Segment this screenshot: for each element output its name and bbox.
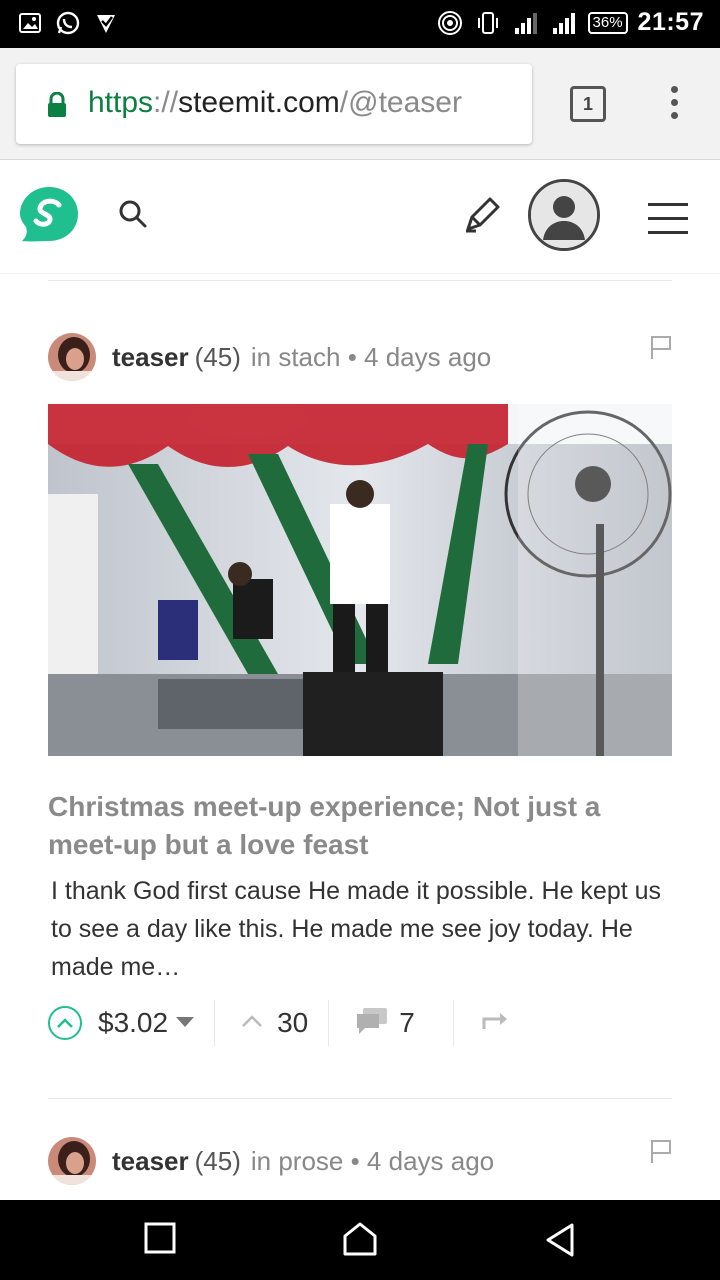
- flag-icon[interactable]: [650, 1138, 672, 1169]
- post-footer: $3.02 30 7: [48, 1000, 672, 1046]
- flag-icon[interactable]: [650, 334, 672, 365]
- vpn-icon: [92, 9, 120, 37]
- post-title[interactable]: Christmas meet-up experience; Not just a…: [48, 788, 672, 864]
- recents-icon[interactable]: [144, 1222, 176, 1259]
- post-feed: teaser (45) in stach • 4 days ago Christ…: [0, 274, 720, 1200]
- upvote-button[interactable]: [48, 1006, 82, 1040]
- votes-chevron-icon[interactable]: [241, 1014, 263, 1033]
- post-context[interactable]: in prose • 4 days ago: [251, 1146, 494, 1177]
- submit-post-icon[interactable]: [462, 195, 502, 240]
- url-text[interactable]: https://steemit.com/@teaser: [88, 86, 524, 120]
- tab-switcher-button[interactable]: 1: [570, 86, 606, 122]
- author-reputation: (45): [194, 341, 241, 372]
- author-avatar[interactable]: [48, 1137, 96, 1185]
- clock: 21:57: [637, 8, 704, 36]
- system-nav-bar: [0, 1200, 720, 1280]
- back-icon[interactable]: [544, 1222, 576, 1263]
- post-excerpt[interactable]: I thank God first cause He made it possi…: [51, 872, 675, 986]
- reblog-icon[interactable]: [480, 1009, 510, 1038]
- post-thumbnail-image[interactable]: [48, 404, 672, 756]
- divider: [452, 1000, 454, 1046]
- comment-count[interactable]: 7: [399, 1007, 415, 1039]
- address-bar[interactable]: https://steemit.com/@teaser: [16, 64, 532, 144]
- battery-icon: 36%: [587, 11, 628, 34]
- more-options-icon[interactable]: [668, 86, 680, 126]
- steemit-logo-icon[interactable]: [18, 183, 80, 245]
- divider: [214, 1000, 216, 1046]
- divider: [48, 280, 672, 281]
- author-reputation: (45): [194, 1145, 241, 1176]
- comments-icon[interactable]: [355, 1006, 389, 1041]
- post-context[interactable]: in stach • 4 days ago: [251, 342, 491, 373]
- user-avatar-button[interactable]: [528, 179, 600, 251]
- status-bar: 36% 21:57: [0, 0, 720, 48]
- gallery-icon: [16, 9, 44, 37]
- site-header: [0, 161, 720, 273]
- hamburger-menu-icon[interactable]: [648, 203, 688, 245]
- search-icon[interactable]: [118, 199, 148, 234]
- hotspot-icon: [436, 9, 464, 37]
- lock-icon: [46, 91, 68, 123]
- vote-count[interactable]: 30: [277, 1007, 308, 1039]
- author-avatar[interactable]: [48, 333, 96, 381]
- vibrate-icon: [474, 9, 502, 37]
- browser-toolbar: https://steemit.com/@teaser 1: [0, 48, 720, 160]
- author-name[interactable]: teaser: [112, 1146, 189, 1177]
- whatsapp-icon: [54, 9, 82, 37]
- payout-value[interactable]: $3.02: [98, 1007, 168, 1039]
- author-name[interactable]: teaser: [112, 342, 189, 373]
- signal-icon: [550, 9, 578, 37]
- signal-icon: [512, 9, 540, 37]
- home-icon[interactable]: [342, 1222, 378, 1261]
- caret-down-icon[interactable]: [176, 1014, 195, 1032]
- post-meta: teaser (45) in stach • 4 days ago: [48, 332, 672, 382]
- divider: [48, 1098, 672, 1099]
- divider: [328, 1000, 330, 1046]
- post-meta: teaser (45) in prose • 4 days ago: [48, 1136, 672, 1186]
